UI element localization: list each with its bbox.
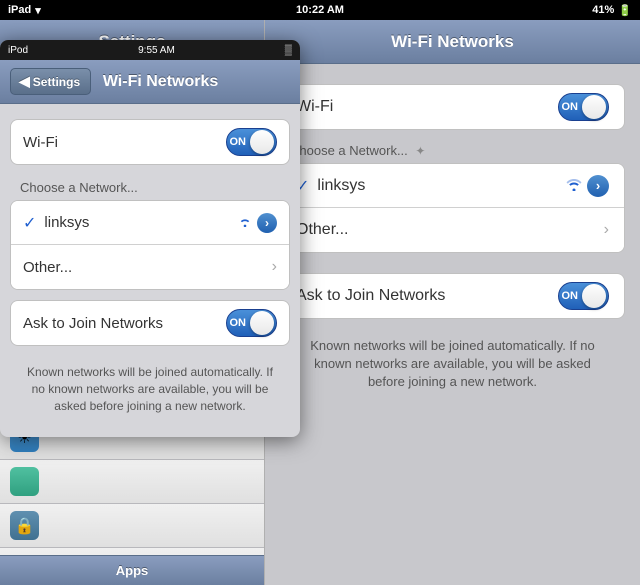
wifi-label: Wi-Fi [296,98,558,116]
popup-other-row[interactable]: Other... › [11,245,289,289]
ipod-time: 9:55 AM [138,45,175,56]
popup-wifi-knob [250,130,274,154]
signal-icon [566,178,582,194]
wifi-toggle-row[interactable]: Wi-Fi ON [281,85,624,129]
ipod-device-label: iPod [8,45,28,56]
popup-wifi-toggle[interactable]: ON [226,128,277,156]
popup-wifi-label: Wi-Fi [23,134,226,151]
back-button[interactable]: ◀ Settings [10,68,91,95]
popup-chevron-icon: › [272,258,277,276]
info-button-linksys[interactable]: › [587,175,609,197]
popup-ask-join-knob [250,311,274,335]
main-title: Wi-Fi Networks [391,32,514,52]
popup-ask-join-row[interactable]: Ask to Join Networks ON [11,301,289,345]
ask-join-toggle[interactable]: ON [558,282,609,310]
back-label: Settings [33,75,80,89]
popup-overlay: iPod 9:55 AM ▒ ◀ Settings Wi-Fi Networks… [0,40,300,437]
ask-join-state: ON [562,290,583,302]
popup-body: Wi-Fi ON Choose a Network... ✓ linksys [0,104,300,437]
wifi-on-label: ON [562,101,583,113]
status-bar-left: iPad ▾ [8,4,41,17]
popup-wifi-row[interactable]: Wi-Fi ON [11,120,289,164]
popup-ask-join-state: ON [230,317,251,329]
wifi-toggle[interactable]: ON [558,93,609,121]
other-network-row[interactable]: Other... › [281,208,624,252]
main-body: Wi-Fi ON Choose a Network... ✦ ✓ linksys [265,64,640,585]
chevron-icon: › [604,221,609,239]
other-label: Other... [296,221,604,239]
ask-join-group: Ask to Join Networks ON [280,273,625,319]
privacy-icon: 🔒 [10,511,39,540]
status-bar: iPad ▾ 10:22 AM 41% 🔋 [0,0,640,20]
popup-title: Wi-Fi Networks [91,73,230,91]
network-name: linksys [317,177,566,195]
popup-ask-join-toggle[interactable]: ON [226,309,277,337]
popup-other-label: Other... [23,259,272,276]
back-arrow-icon: ◀ [19,73,30,90]
popup-check-icon: ✓ [23,213,36,233]
wifi-toggle-group: Wi-Fi ON [280,84,625,130]
sidebar-item-privacy[interactable]: 🔒 [0,504,264,548]
popup-ask-join-group: Ask to Join Networks ON [10,300,290,346]
battery-icon: 🔋 [618,4,632,17]
ask-join-row[interactable]: Ask to Join Networks ON [281,274,624,318]
ask-join-knob [582,284,606,308]
sidebar-footer: Apps [0,555,264,585]
main-header: Wi-Fi Networks [265,20,640,64]
status-bar-time: 10:22 AM [296,4,344,16]
popup-wifi-group: Wi-Fi ON [10,119,290,165]
popup-network-name: linksys [44,214,238,231]
description-text: Known networks will be joined automatica… [280,327,625,402]
popup-info-btn[interactable]: › [257,213,277,233]
battery-label: 41% [592,4,614,16]
popup-wifi-state: ON [230,136,251,148]
status-bar-right: 41% 🔋 [592,4,632,17]
popup-description: Known networks will be joined automatica… [10,356,290,422]
wifi-toggle-knob [582,95,606,119]
choose-network-label: Choose a Network... ✦ [280,138,625,163]
popup-signal-icon [238,214,252,232]
ipod-status-bar: iPod 9:55 AM ▒ [0,40,300,60]
ask-join-label: Ask to Join Networks [296,287,558,305]
main-content: Wi-Fi Networks Wi-Fi ON Choose a Network… [265,20,640,585]
wallpaper-icon [10,467,39,496]
popup-choose-label: Choose a Network... [10,175,290,200]
popup-linksys-row[interactable]: ✓ linksys › [11,201,289,245]
sidebar-item-wallpaper[interactable] [0,460,264,504]
networks-group: ✓ linksys › Other... › [280,163,625,253]
sidebar-item-mail[interactable]: ✉ [0,548,264,555]
network-section: Choose a Network... ✦ ✓ linksys [280,138,625,253]
wifi-icon: ▾ [35,4,41,17]
sidebar-footer-label: Apps [116,563,149,578]
loading-spinner: ✦ [415,144,425,158]
ipod-navbar: ◀ Settings Wi-Fi Networks [0,60,300,104]
popup-networks-group: ✓ linksys › Other... › [10,200,290,290]
popup-ask-join-label: Ask to Join Networks [23,315,226,332]
ipod-battery: ▒ [285,45,292,56]
device-label: iPad [8,4,31,16]
network-linksys-row[interactable]: ✓ linksys › [281,164,624,208]
